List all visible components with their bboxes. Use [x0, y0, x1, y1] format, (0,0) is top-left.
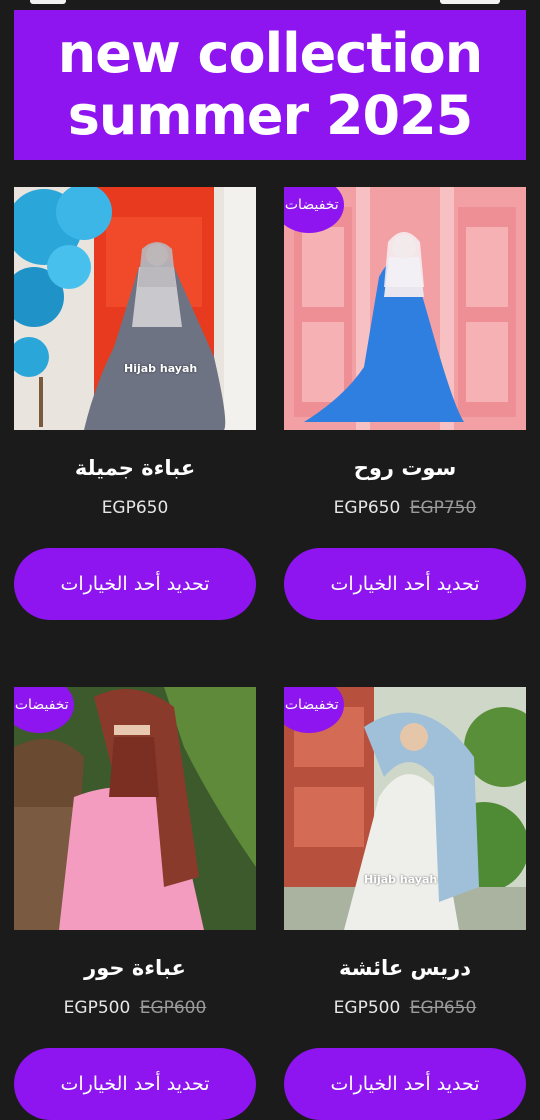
watermark-text: Hijab hayah	[124, 362, 198, 375]
product-image[interactable]: تخفيضات! Hijab hayah	[284, 687, 526, 930]
collection-banner: new collection summer 2025	[14, 10, 526, 160]
old-price: EGP650	[409, 998, 477, 1018]
product-image[interactable]: تخفيضات!	[14, 687, 256, 930]
product-name[interactable]: عباءة حور	[14, 956, 256, 986]
status-indicator	[30, 0, 66, 4]
current-price: EGP500	[333, 998, 401, 1018]
product-photo-red-door	[14, 187, 256, 430]
product-name[interactable]: سوت روح	[284, 456, 526, 486]
product-image[interactable]: تخفيضات!	[284, 187, 526, 430]
select-options-button[interactable]: تحديد أحد الخيارات	[284, 548, 526, 620]
status-bar	[0, 0, 540, 10]
price-row: EGP500 EGP600	[14, 998, 256, 1022]
price-row: EGP500 EGP650	[284, 998, 526, 1022]
select-options-button[interactable]: تحديد أحد الخيارات	[14, 548, 256, 620]
product-name[interactable]: دريس عائشة	[284, 956, 526, 986]
product-card[interactable]: تخفيضات! سوت روح EGP650 EGP750 تحديد أحد…	[284, 187, 526, 620]
current-price: EGP650	[333, 498, 401, 518]
banner-title-line1: new collection	[57, 22, 483, 85]
current-price: EGP500	[63, 998, 131, 1018]
product-name[interactable]: عباءة جميلة	[14, 456, 256, 486]
watermark-text: Hijab hayah	[364, 873, 438, 886]
product-image[interactable]: Hijab hayah	[14, 187, 256, 430]
product-card[interactable]: تخفيضات! عباءة حور EGP500 EGP600 تحديد أ…	[14, 687, 256, 1120]
select-options-button[interactable]: تحديد أحد الخيارات	[14, 1048, 256, 1120]
price-row: EGP650 EGP750	[284, 498, 526, 522]
price-row: EGP650	[14, 498, 256, 522]
banner-title-line2: summer 2025	[67, 84, 473, 147]
select-options-button[interactable]: تحديد أحد الخيارات	[284, 1048, 526, 1120]
product-card[interactable]: Hijab hayah عباءة جميلة EGP650 تحديد أحد…	[14, 187, 256, 620]
current-price: EGP650	[101, 498, 169, 518]
status-icons	[440, 0, 500, 4]
old-price: EGP600	[139, 998, 207, 1018]
old-price: EGP750	[409, 498, 477, 518]
product-card[interactable]: تخفيضات! Hijab hayah دريس عائشة EGP500 E…	[284, 687, 526, 1120]
